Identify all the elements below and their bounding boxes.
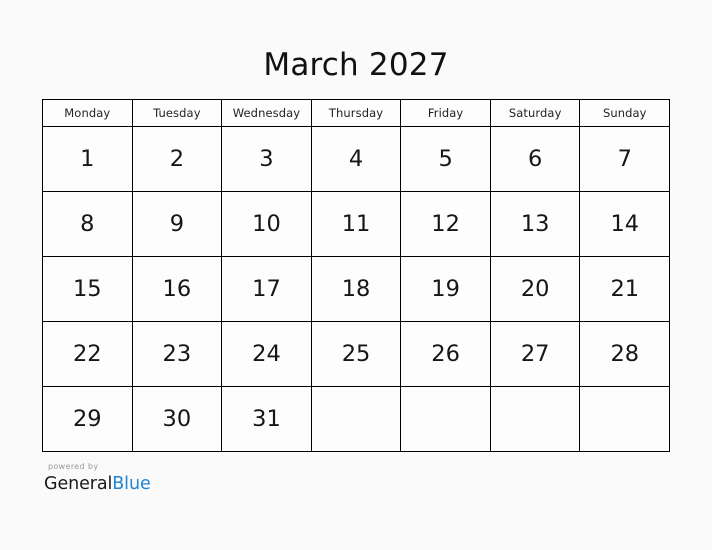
calendar-week-row: 22 23 24 25 26 27 28 bbox=[43, 322, 671, 387]
day-cell[interactable]: 21 bbox=[580, 257, 671, 322]
calendar-week-row: 1 2 3 4 5 6 7 bbox=[43, 127, 671, 192]
day-cell[interactable]: 22 bbox=[43, 322, 133, 387]
day-cell[interactable]: 28 bbox=[580, 322, 671, 387]
calendar-week-row: 15 16 17 18 19 20 21 bbox=[43, 257, 671, 322]
weekday-header-row: Monday Tuesday Wednesday Thursday Friday… bbox=[43, 100, 671, 127]
day-cell[interactable]: 20 bbox=[490, 257, 581, 322]
day-cell[interactable]: 9 bbox=[132, 192, 223, 257]
weekday-header-saturday: Saturday bbox=[490, 100, 581, 127]
day-cell-empty bbox=[490, 387, 581, 452]
day-cell[interactable]: 16 bbox=[132, 257, 223, 322]
footer-branding: powered by GeneralBlue bbox=[44, 462, 264, 495]
day-cell[interactable]: 24 bbox=[222, 322, 312, 387]
day-cell[interactable]: 11 bbox=[311, 192, 402, 257]
powered-by-label: powered by bbox=[48, 462, 99, 471]
day-cell[interactable]: 6 bbox=[490, 127, 581, 192]
day-cell[interactable]: 17 bbox=[222, 257, 312, 322]
weekday-header-sunday: Sunday bbox=[580, 100, 671, 127]
day-cell-empty bbox=[401, 387, 491, 452]
day-cell[interactable]: 13 bbox=[490, 192, 581, 257]
day-cell[interactable]: 3 bbox=[222, 127, 312, 192]
day-cell[interactable]: 10 bbox=[222, 192, 312, 257]
day-cell[interactable]: 15 bbox=[43, 257, 133, 322]
generalblue-logo[interactable]: GeneralBlue bbox=[44, 473, 264, 495]
weekday-header-monday: Monday bbox=[43, 100, 133, 127]
weekday-header-tuesday: Tuesday bbox=[132, 100, 223, 127]
calendar-week-row: 29 30 31 bbox=[43, 387, 671, 452]
day-cell[interactable]: 23 bbox=[132, 322, 223, 387]
brand-name-accent: Blue bbox=[112, 474, 151, 494]
weekday-header-wednesday: Wednesday bbox=[222, 100, 312, 127]
calendar-week-row: 8 9 10 11 12 13 14 bbox=[43, 192, 671, 257]
page-title: March 2027 bbox=[263, 47, 449, 83]
day-cell[interactable]: 26 bbox=[401, 322, 491, 387]
day-cell[interactable]: 27 bbox=[490, 322, 581, 387]
day-cell[interactable]: 25 bbox=[311, 322, 402, 387]
weekday-header-thursday: Thursday bbox=[311, 100, 402, 127]
day-cell[interactable]: 8 bbox=[43, 192, 133, 257]
day-cell[interactable]: 1 bbox=[43, 127, 133, 192]
day-cell[interactable]: 19 bbox=[401, 257, 491, 322]
day-cell[interactable]: 31 bbox=[222, 387, 312, 452]
brand-name-primary: General bbox=[44, 474, 113, 494]
day-cell-empty bbox=[311, 387, 402, 452]
day-cell[interactable]: 2 bbox=[132, 127, 223, 192]
day-cell[interactable]: 14 bbox=[580, 192, 671, 257]
day-cell[interactable]: 18 bbox=[311, 257, 402, 322]
day-cell[interactable]: 5 bbox=[401, 127, 491, 192]
calendar-page: March 2027 Monday Tuesday Wednesday Thur… bbox=[0, 0, 712, 550]
day-cell-empty bbox=[580, 387, 671, 452]
calendar-grid: Monday Tuesday Wednesday Thursday Friday… bbox=[42, 99, 671, 452]
day-cell[interactable]: 7 bbox=[580, 127, 671, 192]
day-cell[interactable]: 30 bbox=[132, 387, 223, 452]
day-cell[interactable]: 12 bbox=[401, 192, 491, 257]
day-cell[interactable]: 29 bbox=[43, 387, 133, 452]
day-cell[interactable]: 4 bbox=[311, 127, 402, 192]
weekday-header-friday: Friday bbox=[401, 100, 491, 127]
